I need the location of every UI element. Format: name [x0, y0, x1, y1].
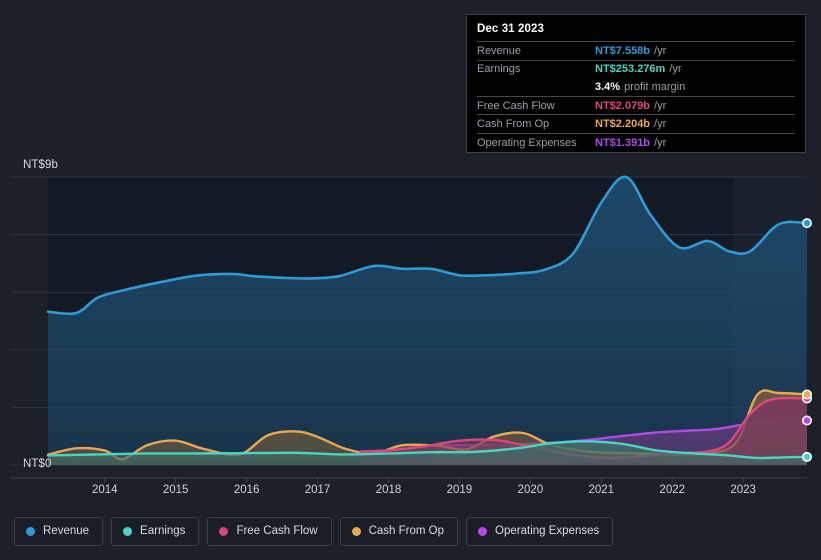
tooltip-metric-unit: /yr [654, 118, 667, 131]
tooltip-metric-label: Operating Expenses [477, 136, 577, 149]
tooltip-row-cash-from-op: Cash From Op NT$2.204b/yr [477, 114, 795, 133]
tooltip-metric-value: NT$253.276m [595, 63, 666, 76]
tooltip-rows: Revenue NT$7.558b/yr Earnings NT$253.276m/y… [477, 41, 795, 152]
tooltip-metric-label: Earnings [477, 63, 521, 76]
tooltip-metric-value: NT$2.204b [595, 118, 651, 131]
x-axis-tick-2018: 2018 [375, 484, 402, 496]
legend-item-label: Free Cash Flow [236, 524, 318, 537]
legend-item-label: Cash From Op [368, 524, 445, 537]
tooltip-metric-label: Revenue [477, 44, 522, 57]
legend-item-label: Earnings [140, 524, 186, 537]
legend-swatch-icon [123, 527, 133, 536]
legend-swatch-icon [351, 527, 361, 536]
legend-item-operating-expenses[interactable]: Operating Expenses [466, 517, 614, 546]
x-axis-tick-2017: 2017 [304, 484, 331, 496]
tooltip-date-title: Dec 31 2023 [477, 23, 544, 35]
legend-item-label: Operating Expenses [495, 524, 600, 537]
legend-item-cash-from-op[interactable]: Cash From Op [339, 517, 459, 546]
legend-swatch-icon [219, 527, 229, 536]
legend-item-free-cash-flow[interactable]: Free Cash Flow [207, 517, 332, 546]
y-axis-max-label: NT$9b [23, 159, 59, 171]
legend-item-label: Revenue [43, 524, 90, 537]
tooltip-row-profit-margin: 3.4% profit margin [477, 78, 795, 96]
tooltip-metric-value: NT$1.391b [595, 136, 651, 149]
tooltip-profit-margin-label: profit margin [624, 80, 686, 93]
chart-legend: Revenue Earnings Free Cash Flow Cash From O… [14, 517, 614, 546]
y-axis-zero-label: NT$0 [23, 458, 52, 470]
tooltip-metric-label: Cash From Op [477, 118, 550, 131]
tooltip-metric-unit: /yr [654, 44, 667, 57]
chart-tooltip: Dec 31 2023 Revenue NT$7.558b/yr Earnings N… [466, 14, 806, 153]
tooltip-row-operating-expenses: Operating Expenses NT$1.391b/yr [477, 132, 795, 152]
x-axis-tick-2015: 2015 [162, 484, 189, 496]
legend-item-revenue[interactable]: Revenue [14, 517, 104, 546]
tooltip-profit-margin-value: 3.4% [595, 80, 621, 93]
legend-swatch-icon [26, 527, 35, 536]
x-axis-tick-2023: 2023 [730, 484, 756, 496]
tooltip-metric-value: NT$2.079b [595, 99, 651, 112]
x-axis-tick-2019: 2019 [446, 484, 473, 496]
x-axis-tick-2016: 2016 [233, 484, 260, 496]
tooltip-metric-unit: /yr [654, 136, 667, 149]
x-axis-tick-2014: 2014 [91, 484, 118, 496]
legend-item-earnings[interactable]: Earnings [111, 517, 200, 546]
tooltip-row-earnings: Earnings NT$253.276m/yr [477, 59, 795, 79]
tooltip-metric-value: NT$7.558b [595, 44, 651, 57]
x-axis-tick-2022: 2022 [659, 484, 686, 496]
tooltip-metric-unit: /yr [669, 63, 682, 76]
tooltip-metric-label: Free Cash Flow [477, 99, 555, 112]
x-axis-tick-2020: 2020 [517, 484, 544, 496]
tooltip-metric-unit: /yr [654, 99, 667, 112]
tooltip-row-revenue: Revenue NT$7.558b/yr [477, 41, 795, 60]
tooltip-row-free-cash-flow: Free Cash Flow NT$2.079b/yr [477, 95, 795, 115]
x-axis-tick-2021: 2021 [588, 484, 615, 496]
legend-swatch-icon [478, 527, 488, 536]
